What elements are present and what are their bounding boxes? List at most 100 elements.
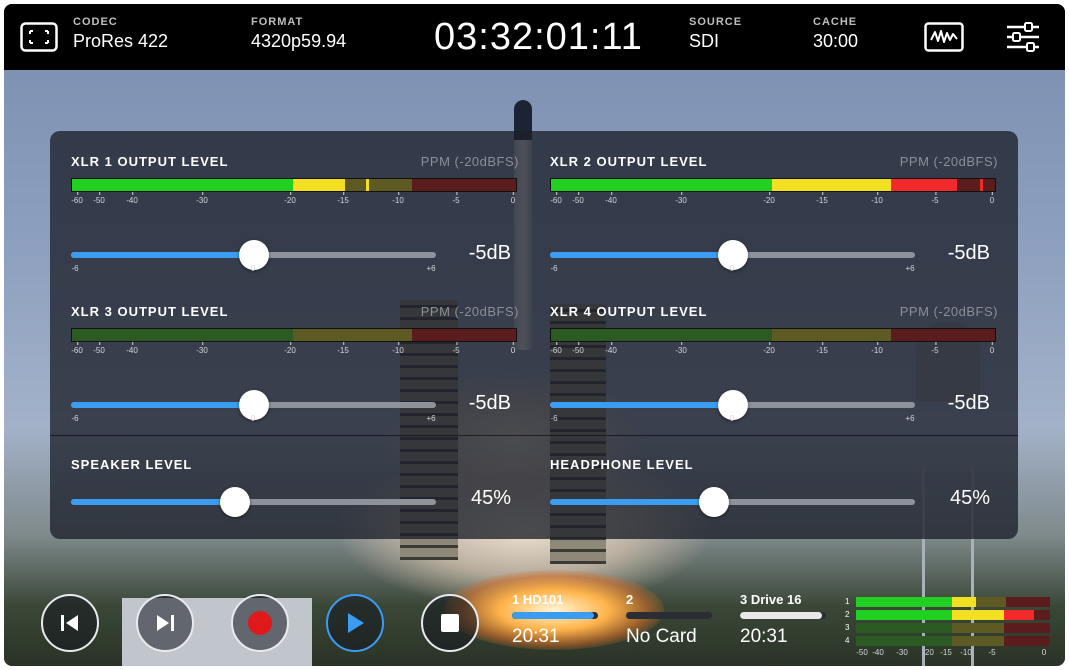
drive-1-bar — [512, 612, 598, 619]
meter-scale-tick: -30 — [675, 192, 687, 205]
record-icon — [248, 611, 272, 635]
mini-ch2-label: 2 — [845, 610, 850, 619]
skip-back-icon — [61, 615, 78, 631]
headphone-slider-knob[interactable] — [699, 487, 729, 517]
cache-info[interactable]: CACHE 30:00 — [813, 16, 858, 52]
xlr3-zero-label: 0 — [250, 414, 256, 423]
source-info[interactable]: SOURCE SDI — [689, 16, 742, 52]
mini-scale-tick: -10 — [960, 648, 972, 657]
xlr3-level-slider[interactable]: -6 0 +6 — [71, 390, 436, 423]
speaker-slider-knob[interactable] — [220, 487, 250, 517]
xlr2-peak-hold — [980, 179, 983, 191]
format-label: FORMAT — [251, 16, 304, 28]
codec-info[interactable]: CODEC ProRes 422 — [73, 16, 168, 52]
record-button[interactable] — [231, 594, 289, 652]
meter-scale-tick: -20 — [284, 192, 296, 205]
xlr3-meter-scale: -60 -50 -40 -30 -20 -15 -10 -5 0 — [71, 342, 517, 358]
xlr2-value: -5dB — [947, 242, 990, 264]
headphone-level-value: 45% — [949, 487, 990, 509]
settings-sliders-icon[interactable] — [1005, 22, 1041, 52]
mini-scale-tick: -30 — [896, 648, 908, 657]
skip-back-button[interactable] — [41, 594, 99, 652]
xlr3-min-label: -6 — [71, 414, 79, 423]
xlr3-meter — [71, 328, 517, 342]
drive-1-fill — [512, 612, 594, 619]
xlr4-channel: XLR 4 OUTPUT LEVEL PPM (-20dBFS) -60 -50-… — [550, 304, 998, 444]
meter-scale-tick: -20 — [284, 342, 296, 355]
meter-scale-tick: -60 — [550, 192, 562, 205]
meter-scale-tick: -30 — [196, 342, 208, 355]
mini-ch2-bar — [856, 610, 1050, 620]
meter-scale-tick: -20 — [763, 342, 775, 355]
speaker-level-control: SPEAKER LEVEL 45% — [71, 457, 519, 527]
meter-scale-tick: -20 — [763, 192, 775, 205]
mini-ch1-label: 1 — [845, 597, 850, 606]
meter-scale-tick: -30 — [675, 342, 687, 355]
xlr2-meter — [550, 178, 996, 192]
meter-scale-tick: -50 — [572, 192, 584, 205]
xlr4-meter-scale: -60 -50 -40 -30 -20 -15 -10 -5 0 — [550, 342, 996, 358]
frame-guides-icon[interactable] — [20, 22, 58, 52]
meter-scale-tick: -5 — [452, 342, 460, 355]
xlr4-ppm-label: PPM (-20dBFS) — [899, 304, 998, 319]
meter-scale-tick: -60 — [71, 192, 83, 205]
xlr1-level-slider[interactable]: -6 0 +6 — [71, 240, 436, 273]
stop-icon — [441, 614, 459, 632]
meter-scale-tick: -5 — [452, 192, 460, 205]
meter-scale-tick: -10 — [871, 342, 883, 355]
speaker-level-value: 45% — [470, 487, 511, 509]
xlr1-peak-hold — [366, 179, 369, 191]
drive-3-fill — [740, 612, 822, 619]
xlr2-level-slider[interactable]: -6 0 +6 — [550, 240, 915, 273]
headphone-level-control: HEADPHONE LEVEL 45% — [550, 457, 998, 527]
mini-scale-tick: -20 — [922, 648, 934, 657]
codec-value: ProRes 422 — [73, 31, 169, 51]
meter-scale-tick: 0 — [989, 342, 995, 355]
mini-ch4-bar — [856, 636, 1050, 646]
xlr4-level-slider[interactable]: -6 0 +6 — [550, 390, 915, 423]
mini-scale-tick: -5 — [988, 648, 996, 657]
xlr3-channel: XLR 3 OUTPUT LEVEL PPM (-20dBFS) -60 -50-… — [71, 304, 519, 444]
drive-1[interactable]: 1 HD101 20:31 — [512, 592, 602, 648]
drive-1-time: 20:31 — [512, 626, 560, 647]
headphone-level-slider[interactable] — [550, 487, 915, 517]
mini-ch1-bar — [856, 597, 1050, 607]
xlr2-channel: XLR 2 OUTPUT LEVEL PPM (-20dBFS) -60 -50 -… — [550, 154, 998, 294]
play-icon — [348, 613, 364, 633]
mini-audio-meter[interactable]: 1 2 3 4 -50 -40 -30 -20 -15 -10 -5 0 — [842, 595, 1056, 659]
codec-label: CODEC — [73, 16, 118, 28]
xlr4-meter — [550, 328, 996, 342]
meter-scale-tick: -50 — [93, 342, 105, 355]
mini-scale-tick: -15 — [940, 648, 952, 657]
mini-scale-tick: -50 — [856, 648, 868, 657]
waveform-icon[interactable] — [924, 22, 964, 52]
meter-scale-tick: -5 — [931, 192, 939, 205]
meter-scale-tick: -60 — [550, 342, 562, 355]
mini-ch3-bar — [856, 623, 1050, 633]
xlr2-max-label: +6 — [905, 264, 915, 273]
xlr1-min-label: -6 — [71, 264, 79, 273]
drive-3[interactable]: 3 Drive 16 20:31 — [740, 592, 830, 648]
xlr3-max-label: +6 — [426, 414, 436, 423]
meter-scale-tick: -15 — [816, 342, 828, 355]
meter-scale-tick: -15 — [337, 342, 349, 355]
format-info[interactable]: FORMAT 4320p59.94 — [251, 16, 346, 52]
skip-forward-icon — [157, 615, 174, 631]
drive-3-label: 3 Drive 16 — [740, 592, 802, 607]
xlr2-title: XLR 2 OUTPUT LEVEL — [550, 154, 708, 169]
xlr1-channel: XLR 1 OUTPUT LEVEL PPM (-20dBFS) -60 -50-… — [71, 154, 519, 294]
xlr4-value: -5dB — [947, 392, 990, 414]
meter-scale-tick: -40 — [126, 192, 138, 205]
format-value: 4320p59.94 — [251, 31, 347, 51]
mini-ch3-label: 3 — [845, 623, 850, 632]
meter-scale-tick: -40 — [126, 342, 138, 355]
play-button[interactable] — [326, 594, 384, 652]
meter-scale-tick: -30 — [196, 192, 208, 205]
speaker-level-slider[interactable] — [71, 487, 436, 517]
skip-forward-button[interactable] — [136, 594, 194, 652]
drive-2[interactable]: 2 No Card — [626, 592, 716, 648]
timecode-display[interactable]: 03:32:01:11 — [434, 16, 643, 59]
xlr2-ppm-label: PPM (-20dBFS) — [899, 154, 998, 169]
stop-button[interactable] — [421, 594, 479, 652]
monitor-screen: CODEC ProRes 422 FORMAT 4320p59.94 03:32… — [4, 4, 1065, 666]
